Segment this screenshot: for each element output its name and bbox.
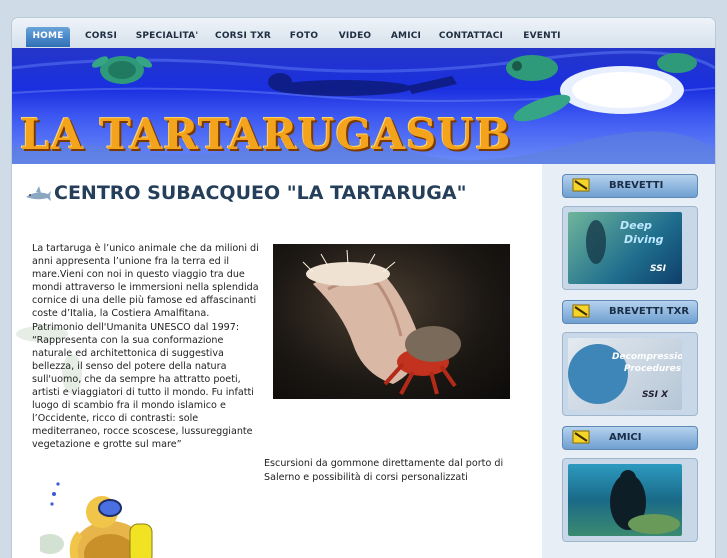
turtle-left-artwork — [91, 56, 153, 84]
thumb-line: Procedures — [624, 364, 682, 374]
nav-item-eventi[interactable]: EVENTI — [516, 26, 568, 48]
intro-paragraph: La tartaruga è l’unico animale che da mi… — [32, 243, 259, 320]
turtle-right-artwork — [506, 53, 697, 122]
nav-item-foto[interactable]: FOTO — [284, 26, 324, 48]
sidebar-header-label: BREVETTI TXR — [609, 306, 690, 317]
deep-diving-thumbnail[interactable]: Deep Diving SSI — [568, 212, 682, 284]
thumb-badge: SSI X — [642, 390, 669, 400]
diver-flag-icon — [572, 304, 590, 318]
sidebar-banner-amici[interactable] — [562, 458, 698, 542]
nav-item-contattaci[interactable]: CONTATTACI — [436, 26, 506, 48]
sidebar-header-amici[interactable]: AMICI — [562, 426, 698, 450]
header-banner: LA TARTARUGASUB — [12, 48, 715, 164]
amici-thumbnail[interactable] — [568, 464, 682, 536]
nav-item-corsi[interactable]: CORSI — [76, 26, 126, 48]
nav-item-specialita[interactable]: SPECIALITA' — [132, 26, 202, 48]
turtle-mascot-icon — [40, 482, 153, 558]
nav-item-video[interactable]: VIDEO — [334, 26, 376, 48]
diver-thumb-artwork — [586, 220, 606, 264]
sidebar-header-brevetti-txr[interactable]: BREVETTI TXR — [562, 300, 698, 324]
page: HOME CORSI SPECIALITA' CORSI TXR FOTO VI… — [12, 18, 715, 558]
decompression-thumbnail[interactable]: Decompression Procedures SSI X — [568, 338, 682, 410]
intro-paragraph: “Rappresenta con la sua conformazione na… — [32, 334, 254, 451]
photo-artwork — [302, 249, 461, 395]
diver-group-artwork — [610, 470, 680, 534]
main-column: CENTRO SUBACQUEO "LA TARTARUGA" La tarta… — [12, 164, 542, 558]
nav-item-home[interactable]: HOME — [26, 27, 70, 47]
intro-paragraph: Patrimonio dell'Umanita UNESCO dal 1997: — [32, 321, 240, 333]
page-heading: CENTRO SUBACQUEO "LA TARTARUGA" — [54, 182, 467, 204]
photo-caption: Escursioni da gommone direttamente dal p… — [264, 458, 504, 483]
sidebar-header-label: BREVETTI — [609, 180, 664, 191]
sidebar-banner-brevetti[interactable]: Deep Diving SSI — [562, 206, 698, 290]
intro-text: La tartaruga è l’unico animale che da mi… — [32, 242, 262, 452]
top-nav: HOME CORSI SPECIALITA' CORSI TXR FOTO VI… — [12, 18, 715, 49]
content-area: CENTRO SUBACQUEO "LA TARTARUGA" La tarta… — [12, 164, 715, 558]
diver-flag-icon — [572, 178, 590, 192]
banner-title: LA TARTARUGASUB — [20, 110, 512, 159]
sidebar-header-label: AMICI — [609, 432, 642, 443]
sidebar-header-brevetti[interactable]: BREVETTI — [562, 174, 698, 198]
hermit-crab-photo — [273, 244, 510, 399]
thumb-line: Decompression — [612, 352, 682, 362]
sidebar-banner-brevetti-txr[interactable]: Decompression Procedures SSI X — [562, 332, 698, 416]
diver-silhouette — [268, 73, 457, 96]
shark-icon — [26, 186, 51, 201]
nav-item-corsi-txr[interactable]: CORSI TXR — [208, 26, 278, 48]
sidebar: BREVETTI Deep Diving SSI BREVETTI TXR De… — [542, 164, 715, 558]
diver-flag-icon — [572, 430, 590, 444]
nav-item-amici[interactable]: AMICI — [386, 26, 426, 48]
